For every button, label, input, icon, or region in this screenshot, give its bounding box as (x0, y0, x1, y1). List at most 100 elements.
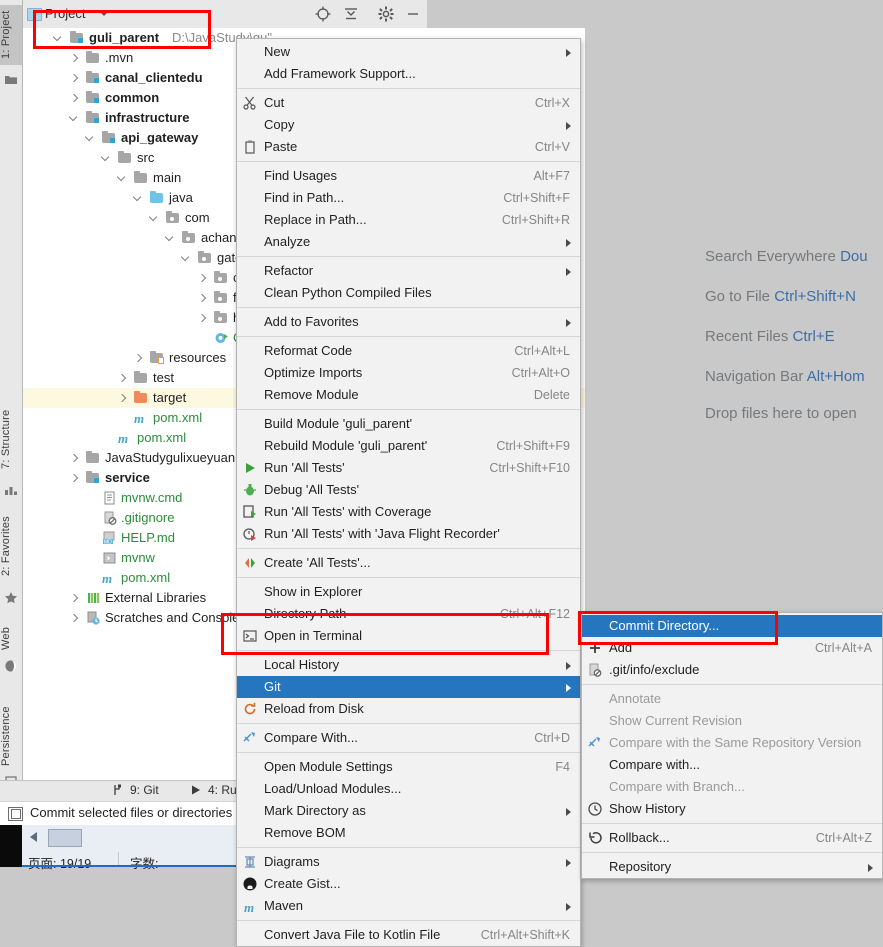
menu-item-diagrams[interactable]: Diagrams (237, 851, 580, 873)
chevron-down-icon[interactable] (86, 134, 95, 143)
menu-item-debug-all-tests[interactable]: Debug 'All Tests' (237, 479, 580, 501)
chevron-down-icon[interactable] (182, 254, 191, 263)
menu-item-optimize-imports[interactable]: Optimize Imports Ctrl+Alt+O (237, 362, 580, 384)
menu-separator (237, 409, 580, 410)
chevron-right-icon[interactable] (118, 394, 127, 403)
menu-item-git[interactable]: Git (237, 676, 580, 698)
menu-item-reformat-code[interactable]: Reformat Code Ctrl+Alt+L (237, 340, 580, 362)
menu-item-compare-with[interactable]: Compare with... (582, 754, 882, 776)
chevron-down-icon[interactable] (150, 214, 159, 223)
tool-tab-2-favorites[interactable]: 2: Favorites (0, 505, 22, 587)
project-folder-icon (4, 72, 18, 86)
tree-node-label: HELP.md (121, 530, 175, 545)
tool-tab-persistence[interactable]: Persistence (0, 700, 22, 772)
menu-item-rollback[interactable]: Rollback... Ctrl+Alt+Z (582, 827, 882, 849)
word-scroll-left-arrow[interactable] (30, 832, 37, 842)
chevron-down-icon[interactable] (118, 174, 127, 183)
chevron-right-icon[interactable] (70, 454, 79, 463)
chevron-right-icon[interactable] (198, 274, 207, 283)
menu-item-label: .git/info/exclude (609, 662, 700, 677)
chevron-right-icon[interactable] (70, 614, 79, 623)
no-icon (242, 314, 258, 330)
minimize-icon[interactable] (404, 5, 422, 23)
menu-item-rebuild-module-guli-parent[interactable]: Rebuild Module 'guli_parent' Ctrl+Shift+F… (237, 435, 580, 457)
maven-icon: m (244, 900, 255, 915)
menu-item-reload-from-disk[interactable]: Reload from Disk (237, 698, 580, 720)
menu-item-build-module-guli-parent[interactable]: Build Module 'guli_parent' (237, 413, 580, 435)
chevron-right-icon[interactable] (70, 74, 79, 83)
word-scroll-thumb[interactable] (48, 829, 82, 847)
menu-item-load-unload-modules[interactable]: Load/Unload Modules... (237, 778, 580, 800)
chevron-right-icon[interactable] (70, 594, 79, 603)
menu-item-maven[interactable]: m Maven (237, 895, 580, 917)
menu-item-replace-in-path[interactable]: Replace in Path... Ctrl+Shift+R (237, 209, 580, 231)
folder-package-icon (182, 231, 197, 245)
menu-item-create-all-tests[interactable]: Create 'All Tests'... (237, 552, 580, 574)
menu-item-refactor[interactable]: Refactor (237, 260, 580, 282)
no-icon (242, 927, 258, 943)
menu-item-run-all-tests-with-java-flight-recorder[interactable]: Run 'All Tests' with 'Java Flight Record… (237, 523, 580, 545)
menu-item-create-gist[interactable]: Create Gist... (237, 873, 580, 895)
tool-tab-7-structure[interactable]: 7: Structure (0, 400, 22, 478)
menu-item-show-history[interactable]: Show History (582, 798, 882, 820)
menu-item-repository[interactable]: Repository (582, 856, 882, 878)
locate-icon[interactable] (314, 5, 332, 23)
tool-tab-1-project[interactable]: 1: Project (0, 5, 22, 65)
chevron-down-icon[interactable] (134, 194, 143, 203)
menu-item-find-in-path[interactable]: Find in Path... Ctrl+Shift+F (237, 187, 580, 209)
chevron-right-icon[interactable] (134, 354, 143, 363)
menu-item-add[interactable]: Add Ctrl+Alt+A (582, 637, 882, 659)
chevron-right-icon[interactable] (118, 374, 127, 383)
chevron-right-icon[interactable] (70, 94, 79, 103)
menu-item-local-history[interactable]: Local History (237, 654, 580, 676)
chevron-down-icon[interactable] (70, 114, 79, 123)
menu-separator (237, 752, 580, 753)
menu-item-run-all-tests-with-coverage[interactable]: Run 'All Tests' with Coverage (237, 501, 580, 523)
menu-item-new[interactable]: New (237, 41, 580, 63)
menu-item-directory-path[interactable]: Directory Path Ctrl+Alt+F12 (237, 603, 580, 625)
settings-gear-icon[interactable] (377, 5, 395, 23)
chevron-right-icon[interactable] (70, 474, 79, 483)
git-submenu[interactable]: Commit Directory... Add Ctrl+Alt+A .git/inf… (581, 612, 883, 879)
coverage-icon (242, 504, 258, 520)
menu-item-add-framework-support[interactable]: Add Framework Support... (237, 63, 580, 85)
menu-item-label: Add to Favorites (264, 314, 359, 329)
menu-item-copy[interactable]: Copy (237, 114, 580, 136)
menu-item-shortcut: Ctrl+Shift+F10 (489, 461, 570, 475)
chevron-right-icon[interactable] (198, 294, 207, 303)
menu-item-open-module-settings[interactable]: Open Module Settings F4 (237, 756, 580, 778)
tree-node-label: infrastructure (105, 110, 190, 125)
menu-item-git-info-exclude[interactable]: .git/info/exclude (582, 659, 882, 681)
submenu-arrow-icon (566, 239, 571, 247)
chevron-down-icon[interactable] (166, 234, 175, 243)
toolwindow-button-9-git[interactable]: 9: Git (112, 783, 159, 799)
menu-item-paste[interactable]: Paste Ctrl+V (237, 136, 580, 158)
menu-item-commit-directory[interactable]: Commit Directory... (582, 615, 882, 637)
menu-item-analyze[interactable]: Analyze (237, 231, 580, 253)
menu-item-remove-bom[interactable]: Remove BOM (237, 822, 580, 844)
menu-item-clean-python-compiled-files[interactable]: Clean Python Compiled Files (237, 282, 580, 304)
menu-item-cut[interactable]: Cut Ctrl+X (237, 92, 580, 114)
menu-item-shortcut: F4 (555, 760, 570, 774)
no-icon (587, 757, 603, 773)
menu-item-compare-with[interactable]: Compare With... Ctrl+D (237, 727, 580, 749)
collapse-all-icon[interactable] (342, 5, 360, 23)
chevron-right-icon[interactable] (198, 314, 207, 323)
chevron-down-icon[interactable] (54, 34, 63, 43)
menu-separator (237, 256, 580, 257)
folder-plain-icon (134, 171, 149, 185)
terminal-icon (242, 628, 258, 644)
menu-item-run-all-tests[interactable]: Run 'All Tests' Ctrl+Shift+F10 (237, 457, 580, 479)
menu-item-open-in-terminal[interactable]: Open in Terminal (237, 625, 580, 647)
project-context-menu[interactable]: New Add Framework Support... Cut Ctrl+X Copy… (236, 38, 581, 947)
menu-item-add-to-favorites[interactable]: Add to Favorites (237, 311, 580, 333)
chevron-down-icon[interactable] (100, 12, 108, 16)
tool-tab-web[interactable]: Web (0, 620, 22, 656)
menu-item-find-usages[interactable]: Find Usages Alt+F7 (237, 165, 580, 187)
chevron-down-icon[interactable] (102, 154, 111, 163)
menu-item-convert-java-file-to-kotlin-file[interactable]: Convert Java File to Kotlin File Ctrl+Alt… (237, 924, 580, 946)
menu-item-show-in-explorer[interactable]: Show in Explorer (237, 581, 580, 603)
chevron-right-icon[interactable] (70, 54, 79, 63)
menu-item-mark-directory-as[interactable]: Mark Directory as (237, 800, 580, 822)
menu-item-remove-module[interactable]: Remove Module Delete (237, 384, 580, 406)
